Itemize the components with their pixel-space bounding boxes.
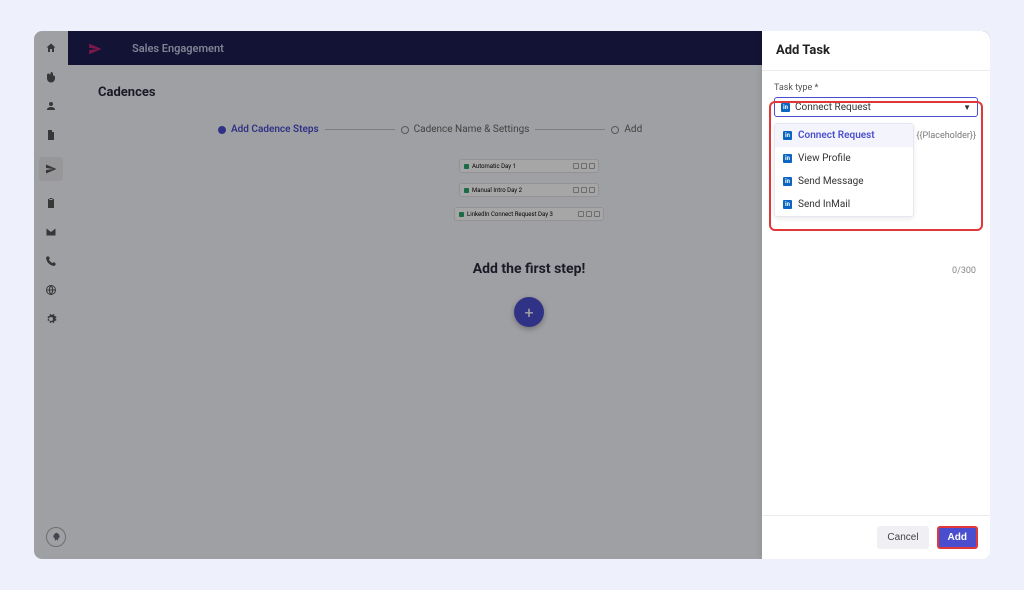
mail-icon[interactable] — [44, 225, 58, 239]
option-send-message[interactable]: in Send Message — [775, 170, 913, 193]
panel-title: Add Task — [762, 31, 990, 71]
placeholder-hint: {{Placeholder}} — [916, 131, 976, 141]
rocket-fab[interactable] — [46, 527, 66, 547]
chip-row: Manual Intro Day 2 — [459, 183, 599, 197]
task-type-label: Task type * — [774, 83, 978, 93]
radio-icon — [611, 126, 619, 134]
clipboard-icon[interactable] — [44, 196, 58, 210]
step-label: Cadence Name & Settings — [414, 124, 530, 135]
task-type-dropdown: in Connect Request in View Profile in Se… — [774, 123, 914, 217]
option-label: Send Message — [798, 176, 864, 187]
step-label: Add — [624, 124, 642, 135]
option-label: Connect Request — [798, 130, 875, 141]
linkedin-icon: in — [783, 131, 792, 140]
option-send-inmail[interactable]: in Send InMail — [775, 193, 913, 216]
char-counter: 0/300 — [952, 266, 976, 276]
brand-icon — [88, 41, 102, 55]
panel-body: Task type * in Connect Request ▼ {{Place… — [762, 71, 990, 515]
sidebar — [34, 31, 68, 559]
radio-icon — [401, 126, 409, 134]
linkedin-icon: in — [781, 103, 790, 112]
option-label: Send InMail — [798, 199, 850, 210]
step-3: Add — [611, 124, 642, 135]
step-1: Add Cadence Steps — [218, 124, 319, 135]
chip-row: LinkedIn Connect Request Day 3 — [454, 207, 604, 221]
example-chips: Automatic Day 1 Manual Intro Day 2 Linke… — [459, 159, 599, 221]
panel-footer: Cancel Add — [762, 515, 990, 559]
globe-icon[interactable] — [44, 283, 58, 297]
phone-icon[interactable] — [44, 254, 58, 268]
add-task-panel: Add Task Task type * in Connect Request … — [762, 31, 990, 559]
cancel-button[interactable]: Cancel — [877, 526, 928, 549]
stepper-line — [535, 129, 605, 130]
add-step-button[interactable]: + — [514, 297, 544, 327]
linkedin-icon: in — [783, 200, 792, 209]
task-type-select[interactable]: in Connect Request ▼ — [774, 97, 978, 117]
linkedin-icon: in — [783, 177, 792, 186]
step-label: Add Cadence Steps — [231, 124, 319, 135]
chip-row: Automatic Day 1 — [459, 159, 599, 173]
select-value: Connect Request — [795, 102, 871, 113]
stepper-line — [325, 129, 395, 130]
option-connect-request[interactable]: in Connect Request — [775, 124, 913, 147]
linkedin-icon: in — [783, 154, 792, 163]
gear-icon[interactable] — [44, 312, 58, 326]
add-button[interactable]: Add — [937, 526, 978, 549]
radio-icon — [218, 126, 226, 134]
option-label: View Profile — [798, 153, 851, 164]
topbar-title: Sales Engagement — [132, 42, 224, 55]
send-icon[interactable] — [39, 157, 63, 181]
step-2: Cadence Name & Settings — [401, 124, 530, 135]
person-icon[interactable] — [44, 99, 58, 113]
chevron-down-icon: ▼ — [963, 103, 971, 112]
app-frame: Sales Engagement Cadences Add Cadence St… — [34, 31, 990, 559]
option-view-profile[interactable]: in View Profile — [775, 147, 913, 170]
document-icon[interactable] — [44, 128, 58, 142]
home-icon[interactable] — [44, 41, 58, 55]
hand-icon[interactable] — [44, 70, 58, 84]
